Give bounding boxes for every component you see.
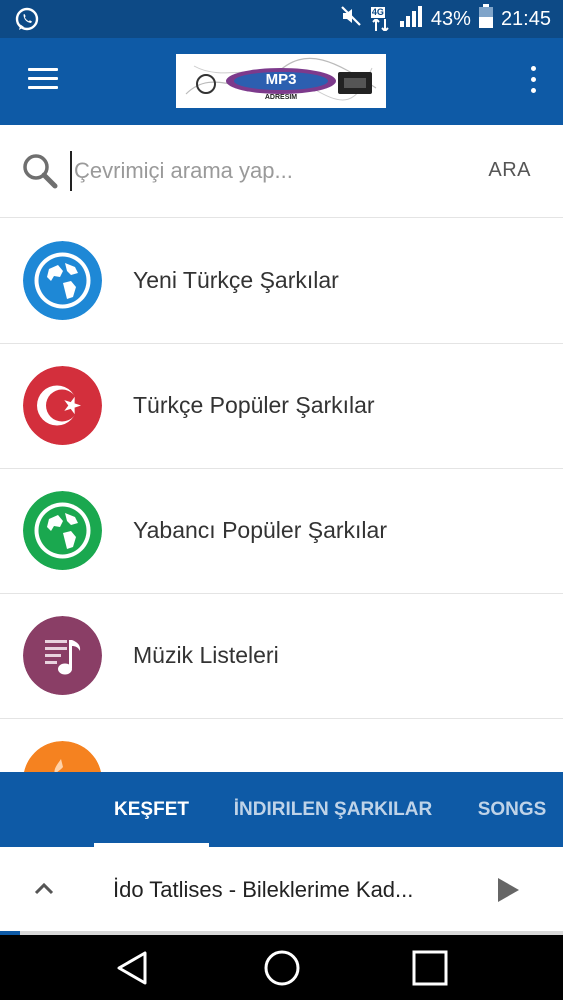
back-icon[interactable] xyxy=(115,950,151,986)
status-bar: 4G 43% 21:45 xyxy=(0,0,563,38)
mini-player[interactable]: İdo Tatlises - Bileklerime Kad... xyxy=(0,847,563,931)
signal-icon xyxy=(399,5,423,33)
clock: 21:45 xyxy=(500,7,551,30)
turkish-flag-icon xyxy=(23,366,102,445)
list-item[interactable]: Yabancı Popüler Şarkılar xyxy=(0,468,563,594)
system-navigation-bar xyxy=(0,935,563,1000)
category-label: Türkçe Popüler Şarkılar xyxy=(133,392,375,418)
app-logo: MP3 ADRESIM xyxy=(176,54,386,108)
tab-kesfet[interactable]: KEŞFET xyxy=(94,772,209,847)
search-input[interactable] xyxy=(70,151,454,191)
tab-songs[interactable]: SONGS xyxy=(470,772,554,847)
recent-apps-icon[interactable] xyxy=(412,950,448,986)
music-playlist-icon xyxy=(23,616,102,695)
play-icon[interactable] xyxy=(495,877,521,903)
search-bar: ARA xyxy=(0,125,563,218)
svg-text:ADRESIM: ADRESIM xyxy=(265,94,297,101)
whatsapp-icon xyxy=(14,6,40,37)
list-item[interactable]: Türkçe Popüler Şarkılar xyxy=(0,343,563,469)
list-item[interactable]: Müzik Listeleri xyxy=(0,593,563,719)
tab-indirilen-sarkilar[interactable]: İNDIRILEN ŞARKILAR xyxy=(222,772,444,847)
tab-bar: KEŞFET İNDIRILEN ŞARKILAR SONGS xyxy=(0,772,563,847)
globe-icon xyxy=(23,241,102,320)
battery-percentage: 43% xyxy=(430,7,471,30)
category-label: Müzik Listeleri xyxy=(133,642,279,668)
search-button[interactable]: ARA xyxy=(488,159,531,182)
menu-icon[interactable] xyxy=(28,68,60,94)
flame-icon xyxy=(23,741,102,772)
category-label: Yeni Türkçe Şarkılar xyxy=(133,267,339,293)
list-item[interactable]: Yeni Türkçe Şarkılar xyxy=(0,218,563,344)
svg-text:MP3: MP3 xyxy=(266,71,297,88)
list-item[interactable] xyxy=(0,718,563,772)
category-list: Yeni Türkçe Şarkılar Türkçe Popüler Şark… xyxy=(0,218,563,772)
battery-icon xyxy=(478,4,493,34)
search-icon[interactable] xyxy=(20,151,60,191)
globe-icon xyxy=(23,491,102,570)
chevron-up-icon[interactable] xyxy=(32,879,56,899)
category-label: Yabancı Popüler Şarkılar xyxy=(133,517,387,543)
more-options-icon[interactable] xyxy=(529,66,537,96)
now-playing-title: İdo Tatlises - Bileklerime Kad... xyxy=(113,877,414,902)
app-bar: MP3 ADRESIM xyxy=(0,38,563,125)
home-icon[interactable] xyxy=(263,949,301,987)
network-4g-icon: 4G xyxy=(370,7,391,31)
mute-icon xyxy=(339,5,363,33)
